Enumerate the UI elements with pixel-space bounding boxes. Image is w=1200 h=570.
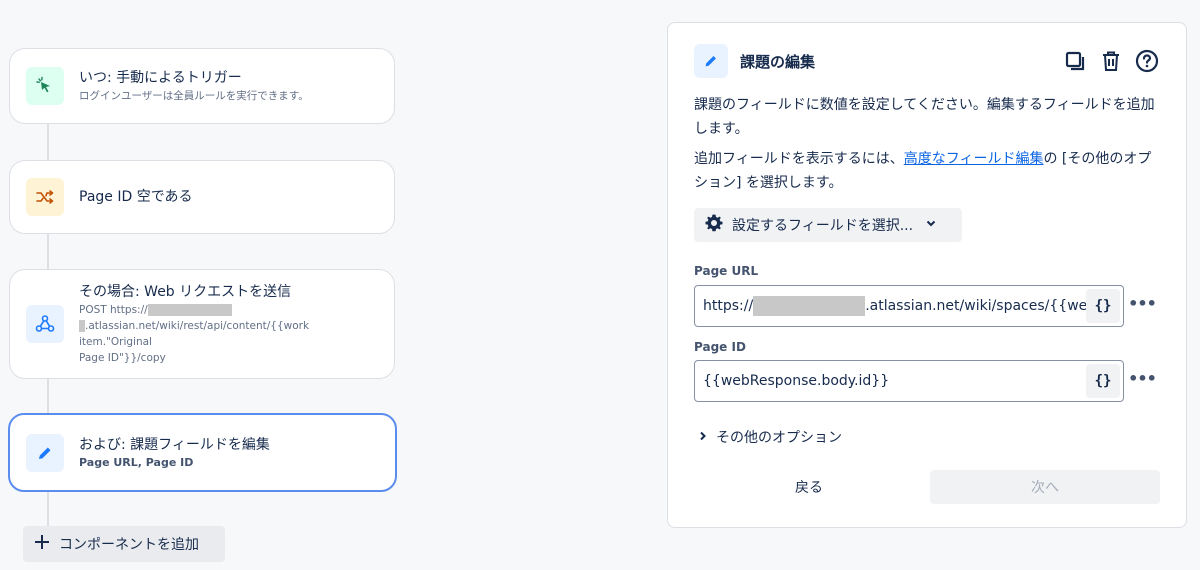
trash-icon[interactable]	[1098, 48, 1124, 74]
panel-header-actions	[1062, 48, 1160, 74]
redacted-block	[753, 296, 866, 316]
page-url-label: Page URL	[694, 264, 759, 278]
page-id-label: Page ID	[694, 340, 746, 354]
branch-shuffle-icon	[26, 178, 64, 216]
condition-title: Page ID 空である	[79, 189, 193, 205]
add-component-label: コンポーネントを追加	[59, 537, 199, 553]
smart-value-button[interactable]: {}	[1086, 289, 1120, 323]
chevron-right-icon	[698, 429, 708, 445]
page-url-value: https://.atlassian.net/wiki/spaces/{{web…	[703, 296, 1086, 316]
trigger-subtitle: ログインユーザーは全員ルールを実行できます。	[79, 90, 309, 102]
advanced-field-edit-link[interactable]: 高度なフィールド編集	[904, 151, 1044, 167]
panel-header: 課題の編集	[694, 43, 1160, 79]
panel-description: 課題のフィールドに数値を設定してください。編集するフィールドを追加します。	[694, 97, 1155, 137]
trigger-card[interactable]: いつ: 手動によるトリガー ログインユーザーは全員ルールを実行できます。	[9, 48, 395, 124]
page-id-field[interactable]: {{webResponse.body.id}} {}	[694, 360, 1124, 402]
smart-value-button[interactable]: {}	[1086, 364, 1120, 398]
cursor-click-icon	[26, 67, 64, 105]
web-request-url-line1: POST https://	[79, 302, 378, 318]
page-id-value: {{webResponse.body.id}}	[703, 373, 890, 389]
chevron-down-icon	[925, 217, 937, 233]
edit-issue-panel: 課題の編集 課題のフィールドに数値を設定してください。編集するフィールドを追加し…	[667, 22, 1187, 528]
webhook-icon	[26, 305, 64, 343]
edit-issue-title: および: 課題フィールドを編集	[79, 436, 270, 453]
help-icon[interactable]	[1134, 48, 1160, 74]
page-id-more-button[interactable]: •••	[1128, 368, 1157, 388]
edit-issue-fields: Page URL, Page ID	[79, 455, 194, 469]
select-fields-label: 設定するフィールドを選択...	[732, 218, 914, 234]
web-request-card[interactable]: その場合: Web リクエストを送信 POST https:// .atlass…	[9, 269, 395, 379]
pencil-icon	[694, 44, 728, 78]
trigger-title: いつ: 手動によるトリガー	[79, 70, 242, 86]
web-request-url-line3: Page ID"}}/copy	[79, 352, 166, 364]
edit-issue-card[interactable]: および: 課題フィールドを編集 Page URL, Page ID	[8, 413, 397, 492]
more-options-toggle[interactable]: その他のオプション	[698, 427, 842, 447]
more-options-label: その他のオプション	[716, 430, 842, 446]
redacted-block	[147, 304, 232, 316]
select-fields-dropdown[interactable]: 設定するフィールドを選択...	[694, 208, 962, 242]
add-component-button[interactable]: コンポーネントを追加	[23, 526, 225, 562]
web-request-url-line2: .atlassian.net/wiki/rest/api/content/{{w…	[79, 320, 310, 348]
pencil-icon	[26, 433, 64, 472]
next-button[interactable]: 次へ	[930, 470, 1160, 504]
back-button[interactable]: 戻る	[694, 470, 924, 504]
panel-title: 課題の編集	[740, 52, 816, 71]
condition-card[interactable]: Page ID 空である	[9, 160, 395, 234]
page-url-field[interactable]: https://.atlassian.net/wiki/spaces/{{web…	[694, 285, 1124, 327]
panel-description-advanced: 追加フィールドを表示するには、高度なフィールド編集の [その他のオプション] を…	[694, 151, 1152, 191]
copy-icon[interactable]	[1062, 48, 1088, 74]
web-request-title: その場合: Web リクエストを送信	[79, 284, 292, 300]
page-url-more-button[interactable]: •••	[1128, 293, 1157, 313]
gear-icon	[704, 213, 724, 237]
plus-icon	[33, 533, 51, 555]
